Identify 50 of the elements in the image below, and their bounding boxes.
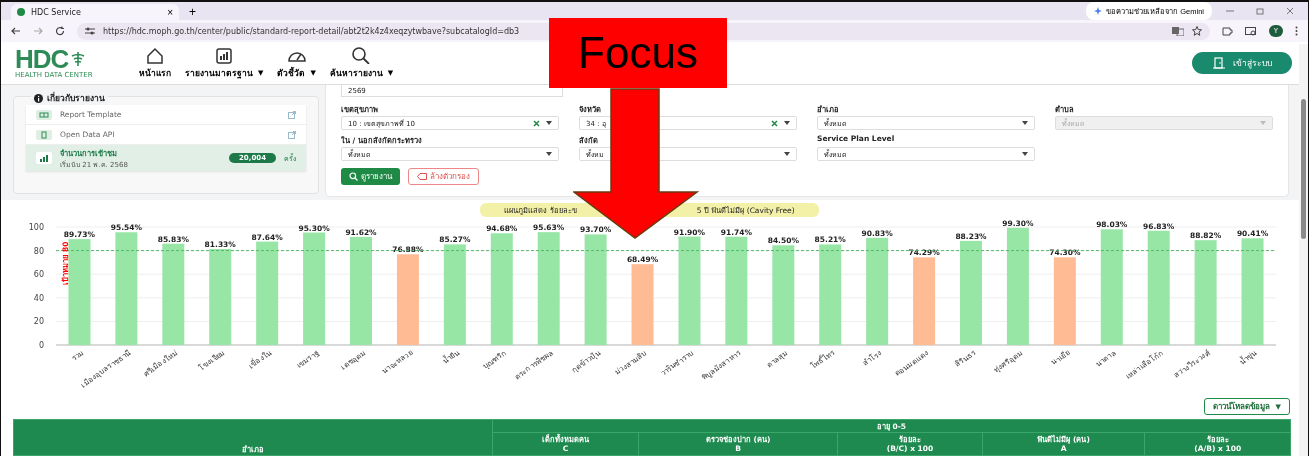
template-icon — [36, 109, 52, 120]
site-icon — [17, 8, 25, 16]
clear-icon[interactable] — [533, 119, 540, 127]
caret-icon — [784, 152, 790, 156]
scrollbar[interactable] — [1299, 44, 1308, 456]
clipboard-chart-icon — [214, 46, 235, 64]
axis-tick-label: 40 — [33, 293, 44, 303]
eraser-icon — [417, 173, 427, 180]
external-link-icon — [288, 130, 296, 139]
section-title: เกี่ยวกับรายงาน — [47, 91, 105, 105]
axis-tick-label: 100 — [28, 223, 44, 232]
login-button[interactable]: เข้าสู่ระบบ — [1192, 52, 1292, 74]
caret-icon — [784, 121, 790, 125]
caret-icon — [1022, 152, 1028, 156]
sparkle-icon — [1094, 7, 1103, 15]
caret-icon — [546, 152, 552, 156]
caret-icon — [1022, 121, 1028, 125]
search-icon — [351, 46, 372, 64]
translate-icon[interactable] — [1172, 26, 1184, 36]
reading-list-icon[interactable] — [1245, 26, 1257, 36]
home-icon — [145, 46, 165, 64]
reload-icon[interactable] — [55, 26, 65, 36]
browser-tab[interactable]: HDC Service × — [11, 4, 179, 20]
logo-text[interactable]: HDC — [15, 47, 69, 71]
door-icon — [36, 129, 52, 140]
axis-tick-label: 0 — [38, 341, 44, 350]
clear-filter-button[interactable]: ล้างตัวกรอง — [408, 168, 479, 185]
new-tab-button[interactable]: + — [185, 4, 200, 20]
search-icon — [349, 172, 358, 181]
axis-tick-label: 80 — [33, 246, 44, 256]
more-menu-icon[interactable] — [1295, 26, 1298, 36]
back-icon[interactable] — [11, 26, 21, 36]
caduceus-icon — [70, 51, 87, 67]
close-tab-button[interactable]: × — [167, 6, 173, 18]
door-icon — [1212, 57, 1225, 69]
signal-bars-icon — [36, 152, 52, 164]
star-icon[interactable] — [1192, 26, 1202, 36]
restore-icon[interactable] — [1256, 7, 1264, 15]
view-report-button[interactable]: ดูรายงาน — [341, 168, 400, 185]
external-link-icon — [288, 110, 296, 119]
axis-tick-label: 60 — [33, 270, 44, 280]
caret-icon — [546, 121, 552, 125]
focus-label: Focus — [549, 18, 727, 88]
close-icon[interactable] — [1286, 7, 1294, 15]
nav-menu-item[interactable]: หน้าแรก — [139, 46, 171, 80]
axis-tick-label: 20 — [33, 317, 44, 327]
extension-icon[interactable] — [1222, 26, 1233, 36]
caret-icon — [1260, 121, 1266, 125]
site-settings-icon — [85, 27, 95, 35]
clear-icon[interactable] — [771, 119, 778, 127]
